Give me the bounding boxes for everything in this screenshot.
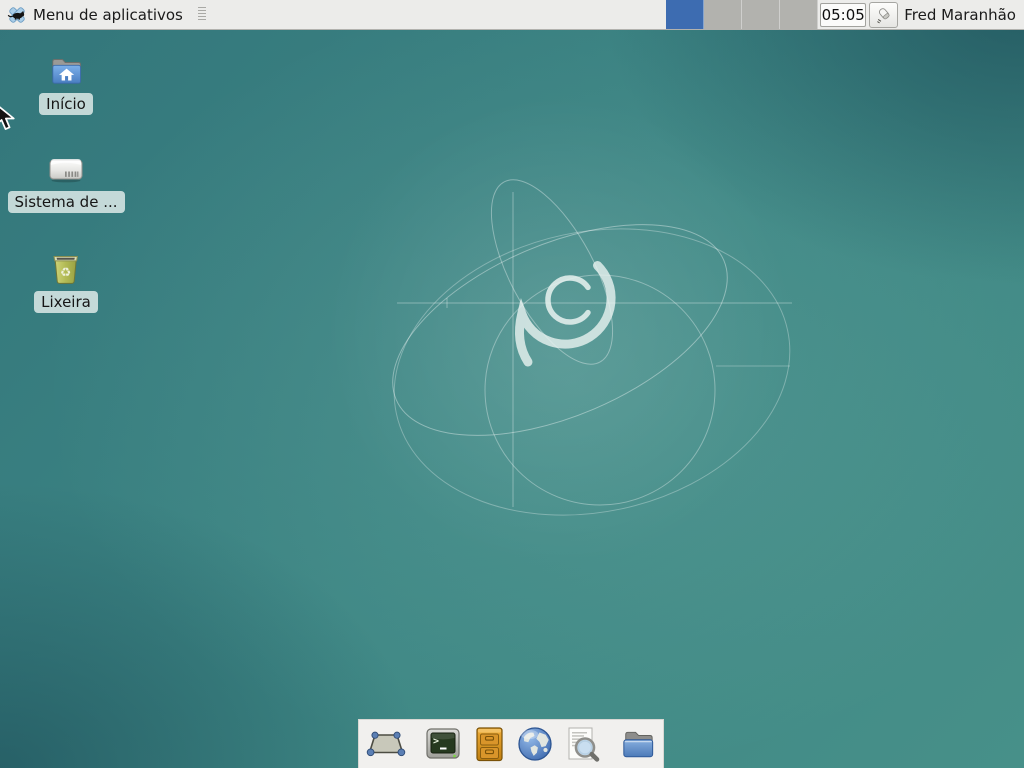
desktop-icon-label: Início	[39, 93, 93, 115]
panel-right-plugins: 05:05 Fred Maranhão	[666, 0, 1024, 29]
svg-text:♻: ♻	[60, 265, 71, 280]
workspace-3[interactable]	[742, 0, 780, 29]
web-browser-globe-icon	[516, 725, 554, 763]
desktop-screen: Menu de aplicativos 05:05 Fred Maranhão	[0, 0, 1024, 768]
workspace-switcher	[666, 0, 818, 29]
clock-time: 05:05	[822, 6, 865, 24]
file-cabinet-icon	[471, 725, 507, 763]
desktop-icon-label: Sistema de ...	[8, 191, 125, 213]
svg-text:>: >	[433, 736, 439, 747]
desktop-icon-filesystem[interactable]: Sistema de ...	[8, 152, 125, 213]
user-actions-button[interactable]: Fred Maranhão	[904, 6, 1024, 24]
file-cabinet-launcher[interactable]	[471, 724, 507, 764]
desktop-icon-list: Início Sistema de ...	[11, 54, 121, 313]
bottom-dock-panel: >	[358, 719, 664, 768]
applications-menu-button[interactable]: Menu de aplicativos	[0, 0, 189, 29]
web-browser-launcher[interactable]	[516, 724, 554, 764]
panel-clock[interactable]: 05:05	[820, 3, 866, 27]
debian-swirl	[519, 266, 611, 363]
xfce-mouse-logo-icon	[6, 4, 28, 26]
document-magnifier-icon	[563, 725, 601, 763]
hard-drive-icon	[46, 152, 86, 186]
desktop-icon-home[interactable]: Início	[39, 54, 93, 115]
terminal-icon: >	[424, 726, 462, 762]
show-desktop-icon	[366, 727, 406, 761]
debian-wallpaper-artwork	[0, 0, 1024, 768]
desktop-icon-trash[interactable]: ♻ Lixeira	[34, 250, 98, 313]
trash-can-icon: ♻	[47, 250, 84, 286]
mouse-device-icon	[875, 6, 893, 24]
terminal-launcher[interactable]: >	[424, 724, 462, 764]
show-desktop-button[interactable]	[366, 724, 406, 764]
file-manager-launcher[interactable]	[619, 724, 657, 764]
desktop-icon-label: Lixeira	[34, 291, 98, 313]
mouse-cursor	[0, 102, 19, 134]
home-folder-icon	[47, 54, 85, 88]
panel-drag-handle[interactable]	[198, 7, 206, 22]
top-panel: Menu de aplicativos 05:05 Fred Maranhão	[0, 0, 1024, 30]
workspace-1[interactable]	[666, 0, 704, 29]
blue-folder-icon	[619, 727, 657, 761]
workspace-4[interactable]	[780, 0, 818, 29]
panel-tool-button[interactable]	[869, 2, 898, 28]
workspace-2[interactable]	[704, 0, 742, 29]
applications-menu-label: Menu de aplicativos	[33, 6, 183, 24]
app-finder-launcher[interactable]	[563, 724, 601, 764]
